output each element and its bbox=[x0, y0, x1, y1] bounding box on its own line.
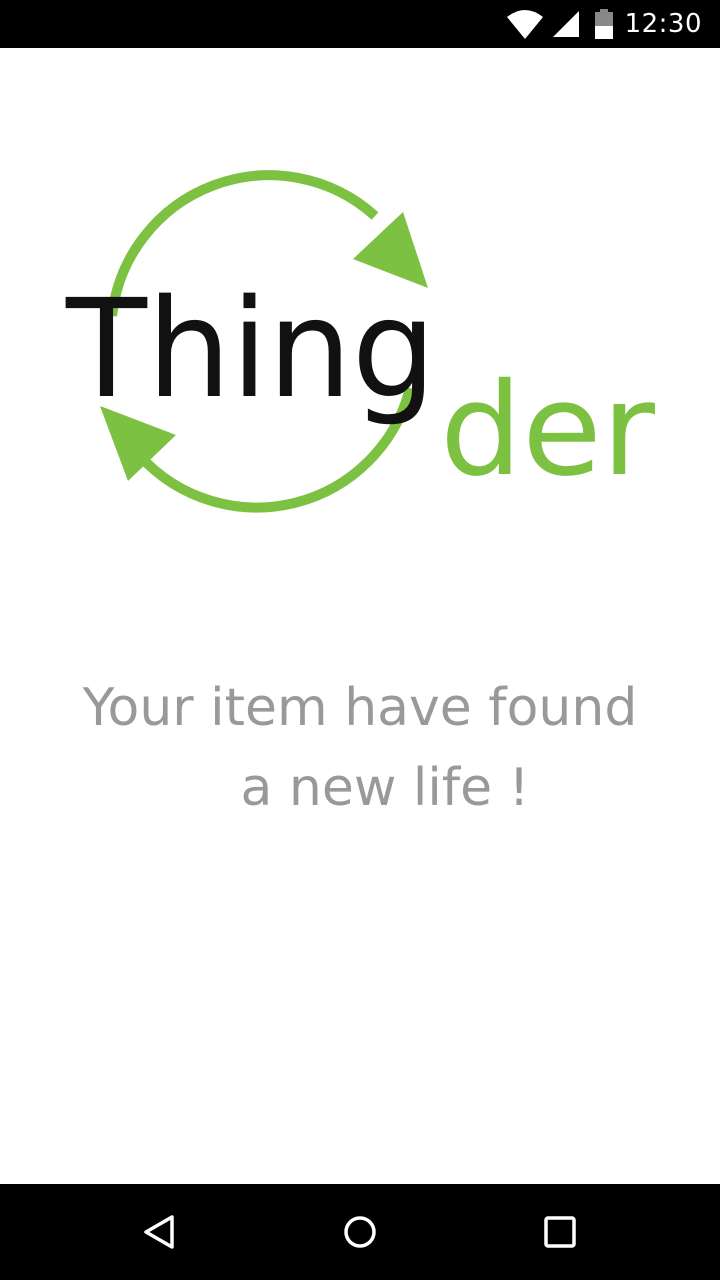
status-icons: 12:30 bbox=[505, 0, 702, 48]
logo-word-accent: der bbox=[440, 356, 655, 505]
status-time: 12:30 bbox=[624, 9, 702, 39]
wifi-icon bbox=[505, 9, 545, 39]
recents-icon bbox=[544, 1216, 576, 1248]
message-line-1: Your item have found bbox=[82, 678, 638, 738]
recents-button[interactable] bbox=[520, 1202, 600, 1262]
message-line-2: a new life ! bbox=[240, 758, 530, 818]
logo-word-primary: Thing bbox=[65, 271, 436, 429]
app-logo: Thing der bbox=[0, 48, 720, 568]
navigation-bar bbox=[0, 1184, 720, 1280]
back-icon bbox=[144, 1215, 174, 1249]
battery-icon bbox=[594, 9, 613, 39]
cell-signal-icon bbox=[551, 9, 581, 39]
status-bar: 12:30 bbox=[0, 0, 720, 48]
main-content: Thing der Your item have found a new lif… bbox=[0, 48, 720, 1184]
home-icon bbox=[344, 1216, 376, 1248]
success-message: Your item have found a new life ! bbox=[0, 668, 720, 828]
home-button[interactable] bbox=[320, 1202, 400, 1262]
back-button[interactable] bbox=[120, 1202, 200, 1262]
